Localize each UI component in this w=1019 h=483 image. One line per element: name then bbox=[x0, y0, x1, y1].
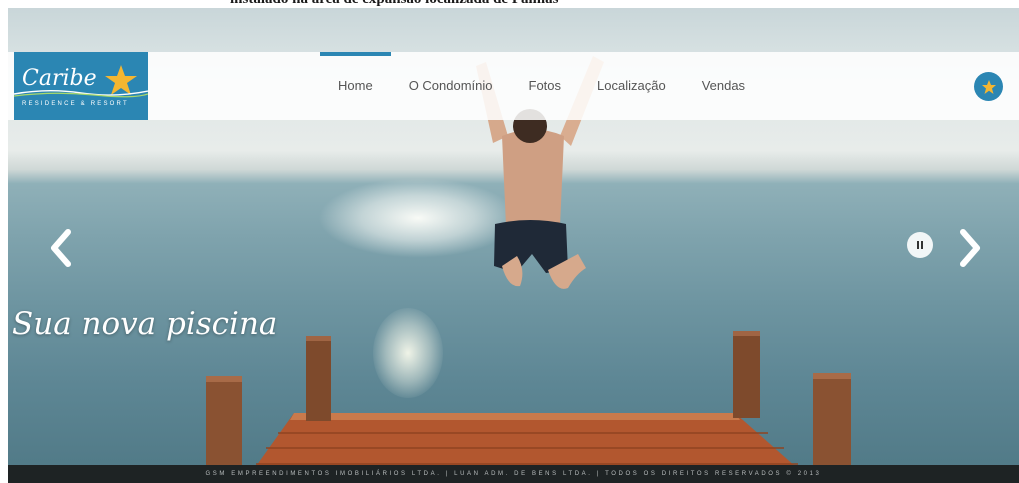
slider-next-button[interactable] bbox=[955, 228, 985, 268]
caption-above: instalado na área de expansão localizada… bbox=[0, 0, 1019, 8]
wave-icon bbox=[14, 90, 148, 98]
main-nav: Home O Condomínio Fotos Localização Vend… bbox=[320, 52, 763, 120]
chevron-left-icon bbox=[51, 229, 71, 267]
site-footer: GSM EMPREENDIMENTOS IMOBILIÁRIOS LTDA. |… bbox=[8, 465, 1019, 483]
dock-deck-top bbox=[290, 413, 740, 420]
site-logo[interactable]: Caribe RESIDENCE & RESORT bbox=[14, 52, 148, 120]
slider-prev-button[interactable] bbox=[46, 228, 76, 268]
slide-caption: Sua nova piscina bbox=[12, 306, 278, 342]
star-icon bbox=[981, 79, 996, 94]
top-navbar: Caribe RESIDENCE & RESORT Home O Condomí… bbox=[8, 52, 1019, 120]
nav-item-vendas[interactable]: Vendas bbox=[684, 52, 763, 120]
nav-item-localizacao[interactable]: Localização bbox=[579, 52, 684, 120]
nav-item-fotos[interactable]: Fotos bbox=[511, 52, 580, 120]
favorite-button[interactable] bbox=[974, 72, 1003, 101]
slider-pause-button[interactable] bbox=[907, 232, 933, 258]
caption-above-text: instalado na área de expansão localizada… bbox=[230, 0, 559, 8]
nav-item-home[interactable]: Home bbox=[320, 52, 391, 120]
footer-copyright: GSM EMPREENDIMENTOS IMOBILIÁRIOS LTDA. |… bbox=[205, 471, 822, 477]
dock-post bbox=[306, 336, 331, 421]
dock-post bbox=[733, 331, 760, 418]
chevron-right-icon bbox=[960, 229, 980, 267]
logo-subtitle: RESIDENCE & RESORT bbox=[22, 101, 129, 107]
nav-item-o-condominio[interactable]: O Condomínio bbox=[391, 52, 511, 120]
pause-icon bbox=[917, 241, 923, 249]
